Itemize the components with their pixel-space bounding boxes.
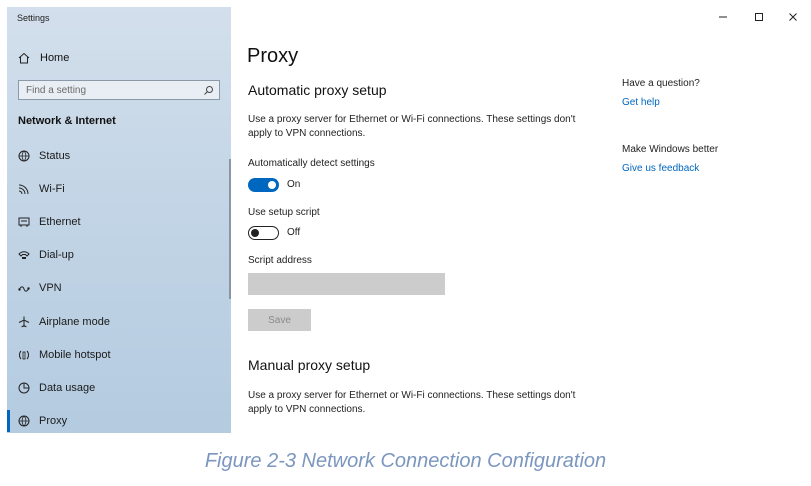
save-button[interactable]: Save: [248, 309, 311, 331]
airplane-icon: [18, 316, 30, 328]
script-address-label: Script address: [248, 255, 312, 266]
sidebar-item-data-usage[interactable]: Data usage: [17, 380, 95, 396]
sidebar-item-label: Wi-Fi: [39, 183, 65, 195]
globe-icon: [18, 415, 30, 427]
search-icon: [204, 85, 213, 95]
sidebar-item-vpn[interactable]: VPN: [17, 280, 62, 296]
setup-script-toggle[interactable]: [248, 226, 279, 240]
give-feedback-link[interactable]: Give us feedback: [622, 163, 699, 174]
vpn-icon: [18, 286, 30, 292]
home-icon: [18, 52, 30, 64]
dialup-icon: [18, 251, 30, 259]
data-usage-icon: [18, 382, 30, 394]
section-title: Network & Internet: [18, 115, 116, 127]
settings-sidebar: Settings Home Find a setting Network & I…: [7, 7, 231, 433]
sidebar-item-proxy[interactable]: Proxy: [7, 410, 68, 432]
automatic-proxy-description: Use a proxy server for Ethernet or Wi-Fi…: [248, 114, 576, 139]
home-label: Home: [40, 52, 70, 64]
get-help-link[interactable]: Get help: [622, 97, 660, 108]
sidebar-item-label: VPN: [39, 282, 62, 294]
home-nav-item[interactable]: Home: [17, 50, 69, 66]
auto-detect-toggle[interactable]: [248, 178, 279, 192]
figure-caption: Figure 2-3 Network Connection Configurat…: [204, 450, 607, 472]
auto-detect-label: Automatically detect settings: [248, 158, 375, 169]
sidebar-item-label: Ethernet: [39, 216, 81, 228]
sidebar-item-label: Dial-up: [39, 249, 74, 261]
sidebar-item-ethernet[interactable]: Ethernet: [17, 214, 81, 230]
sidebar-item-airplane-mode[interactable]: Airplane mode: [17, 314, 110, 330]
auto-detect-state: On: [287, 179, 301, 190]
sidebar-item-label: Mobile hotspot: [39, 349, 111, 361]
windows-better-heading: Make Windows better: [622, 144, 719, 155]
script-address-field[interactable]: [248, 273, 445, 295]
sidebar-item-label: Proxy: [39, 415, 68, 427]
sidebar-scrollbar[interactable]: [229, 159, 231, 299]
maximize-icon[interactable]: [753, 11, 765, 23]
page-title: Proxy: [247, 45, 299, 67]
hotspot-icon: [19, 350, 29, 360]
search-placeholder: Find a setting: [26, 84, 87, 96]
sidebar-item-wifi[interactable]: Wi-Fi: [17, 181, 65, 197]
sidebar-item-label: Status: [39, 150, 71, 162]
automatic-proxy-heading: Automatic proxy setup: [248, 82, 387, 98]
toggle-knob: [251, 228, 259, 237]
wifi-icon: [18, 184, 29, 195]
globe-status-icon: [18, 150, 30, 162]
sidebar-item-dialup[interactable]: Dial-up: [17, 247, 74, 263]
sidebar-item-label: Data usage: [39, 382, 96, 394]
sidebar-item-status[interactable]: Status: [17, 148, 70, 164]
minimize-icon[interactable]: [717, 11, 729, 23]
sidebar-item-label: Airplane mode: [39, 316, 110, 328]
setup-script-label: Use setup script: [248, 207, 320, 218]
toggle-knob: [268, 181, 276, 189]
ethernet-icon: [18, 217, 30, 227]
question-heading: Have a question?: [622, 78, 700, 89]
sidebar-item-mobile-hotspot[interactable]: Mobile hotspot: [17, 347, 111, 363]
setup-script-state: Off: [287, 227, 301, 238]
close-icon[interactable]: [787, 11, 799, 23]
manual-proxy-description: Use a proxy server for Ethernet or Wi-Fi…: [248, 390, 576, 415]
window-title: Settings: [17, 13, 50, 23]
search-input[interactable]: Find a setting: [18, 80, 220, 100]
manual-proxy-heading: Manual proxy setup: [248, 357, 371, 373]
